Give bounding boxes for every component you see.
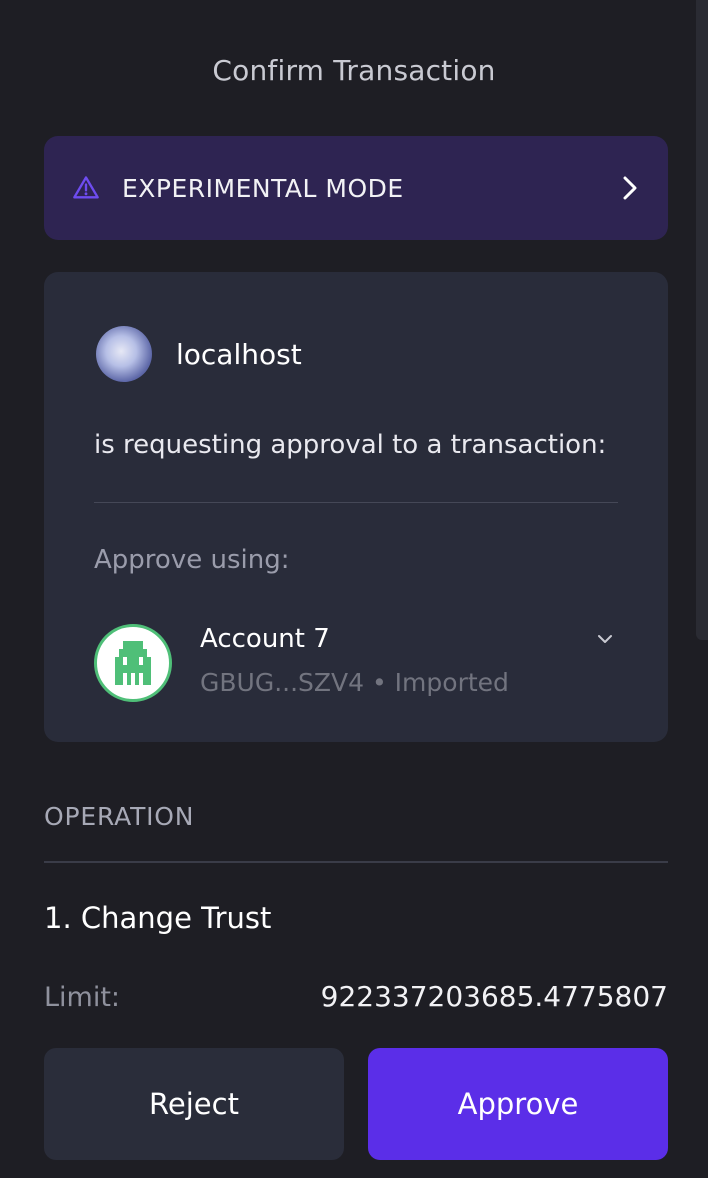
account-selector[interactable]: Account 7 GBUG...SZV4 • Imported [94,622,618,702]
site-name: localhost [176,337,302,371]
divider [44,861,668,863]
warning-triangle-icon [73,176,99,199]
account-name: Account 7 [200,624,330,654]
scrollbar[interactable] [696,0,708,640]
chevron-down-icon[interactable] [596,632,614,646]
confirm-transaction-page: Confirm Transaction EXPERIMENTAL MODE lo… [0,0,708,1178]
operation-title: 1. Change Trust [44,901,272,935]
limit-value: 922337203685.4775807 [320,980,668,1013]
site-row: localhost [96,326,302,382]
page-title: Confirm Transaction [212,54,496,87]
request-message: is requesting approval to a transaction: [94,430,607,460]
account-subtitle: GBUG...SZV4 • Imported [200,668,509,697]
account-avatar [94,624,172,702]
site-favicon-icon [96,326,152,382]
limit-row: Limit: 922337203685.4775807 [44,980,668,1013]
request-card: localhost is requesting approval to a tr… [44,272,668,742]
approve-button[interactable]: Approve [368,1048,668,1160]
approve-using-label: Approve using: [94,545,290,575]
limit-label: Limit: [44,982,121,1013]
banner-label: EXPERIMENTAL MODE [122,173,404,203]
reject-button[interactable]: Reject [44,1048,344,1160]
divider [94,502,618,503]
operation-section-label: OPERATION [44,802,195,831]
identicon-icon [115,641,151,685]
chevron-right-icon [623,176,637,200]
experimental-mode-banner[interactable]: EXPERIMENTAL MODE [44,136,668,240]
